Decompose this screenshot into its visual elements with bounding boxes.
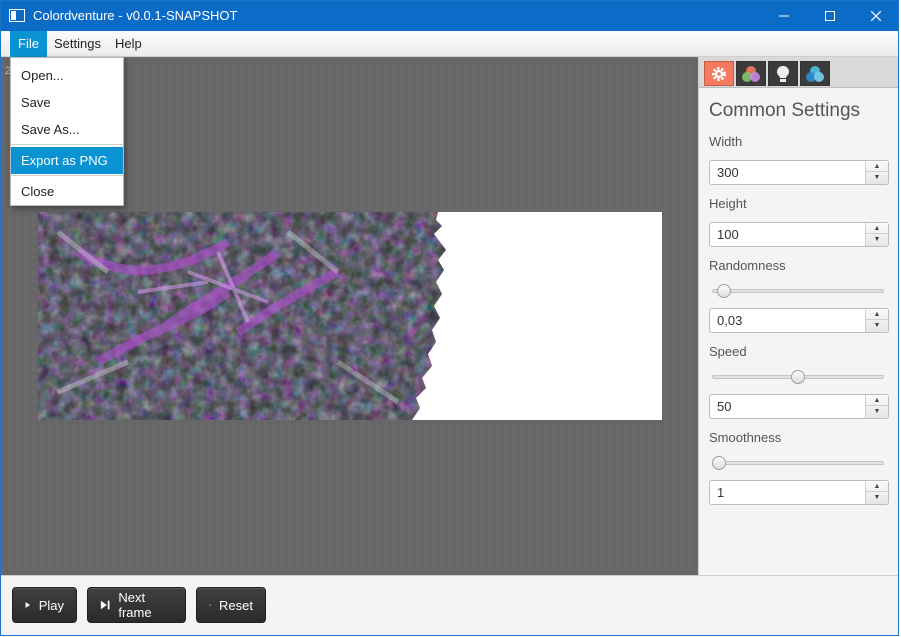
slider-track [712,461,884,465]
menu-separator [11,175,123,176]
randomness-spinner: ▲ ▼ [709,308,889,333]
width-label: Width [709,134,743,149]
randomness-input[interactable] [710,309,865,332]
step-forward-icon [100,600,110,610]
color-blend-icon [742,65,760,82]
playback-toolbar: Play Next frame Reset [1,575,898,635]
next-frame-button[interactable]: Next frame [87,587,186,623]
reset-button[interactable]: Reset [196,587,266,623]
tab-palette[interactable] [800,61,830,86]
app-window: Colordventure - v0.0.1-SNAPSHOT File Set… [0,0,899,636]
menu-save-as[interactable]: Save As... [11,116,123,143]
menu-export-png[interactable]: Export as PNG [11,147,123,174]
height-decrement-icon[interactable]: ▼ [866,234,888,245]
reset-label: Reset [219,597,253,613]
circles-icon [806,65,824,82]
menu-settings[interactable]: Settings [46,31,109,57]
speed-slider[interactable] [712,370,884,384]
speed-input[interactable] [710,395,865,418]
smoothness-input[interactable] [710,481,865,504]
tab-common-settings[interactable] [704,61,734,86]
menu-open[interactable]: Open... [11,62,123,89]
speed-decrement-icon[interactable]: ▼ [866,406,888,417]
maximize-icon[interactable] [807,1,853,31]
height-increment-icon[interactable]: ▲ [866,223,888,234]
menu-close[interactable]: Close [11,178,123,205]
reset-icon [209,603,211,606]
settings-tabstrip [699,57,898,88]
smoothness-increment-icon[interactable]: ▲ [866,481,888,492]
randomness-slider[interactable] [712,284,884,298]
speed-spin-buttons: ▲ ▼ [865,395,888,418]
app-icon [9,9,25,22]
width-spin-buttons: ▲ ▼ [865,161,888,184]
speed-increment-icon[interactable]: ▲ [866,395,888,406]
height-spin-buttons: ▲ ▼ [865,223,888,246]
tab-colors[interactable] [736,61,766,86]
menu-separator [11,144,123,145]
randomness-label: Randomness [709,258,786,273]
slider-thumb[interactable] [791,370,805,384]
menu-help[interactable]: Help [107,31,150,57]
smoothness-slider[interactable] [712,456,884,470]
smoothness-spinner: ▲ ▼ [709,480,889,505]
smoothness-decrement-icon[interactable]: ▼ [866,492,888,503]
settings-panel: Common Settings Width ▲ ▼ Height ▲ ▼ Ran… [698,57,898,575]
smoothness-label: Smoothness [709,430,782,445]
height-label: Height [709,196,747,211]
speed-label: Speed [709,344,747,359]
smoothness-spin-buttons: ▲ ▼ [865,481,888,504]
panel-title: Common Settings [709,100,861,121]
minimize-icon[interactable] [761,1,807,31]
play-button[interactable]: Play [12,587,77,623]
next-frame-label: Next frame [118,590,152,620]
width-spinner: ▲ ▼ [709,160,889,185]
play-label: Play [38,597,64,613]
height-spinner: ▲ ▼ [709,222,889,247]
height-input[interactable] [710,223,865,246]
randomness-decrement-icon[interactable]: ▼ [866,320,888,331]
close-window-icon[interactable] [853,1,898,31]
width-increment-icon[interactable]: ▲ [866,161,888,172]
play-icon [25,602,31,608]
bulb-icon [777,65,789,82]
menu-bar: File Settings Help [1,31,898,57]
title-bar[interactable]: Colordventure - v0.0.1-SNAPSHOT [1,1,898,31]
width-input[interactable] [710,161,865,184]
gear-icon [712,66,726,81]
slider-thumb[interactable] [717,284,731,298]
file-menu-dropdown: Open... Save Save As... Export as PNG Cl… [10,57,124,206]
speed-spinner: ▲ ▼ [709,394,889,419]
menu-save[interactable]: Save [11,89,123,116]
tab-ideas[interactable] [768,61,798,86]
slider-thumb[interactable] [712,456,726,470]
width-decrement-icon[interactable]: ▼ [866,172,888,183]
randomness-increment-icon[interactable]: ▲ [866,309,888,320]
menu-file[interactable]: File [10,31,47,57]
rendered-image [38,212,662,420]
slider-track [712,289,884,293]
window-title: Colordventure - v0.0.1-SNAPSHOT [33,8,238,23]
randomness-spin-buttons: ▲ ▼ [865,309,888,332]
